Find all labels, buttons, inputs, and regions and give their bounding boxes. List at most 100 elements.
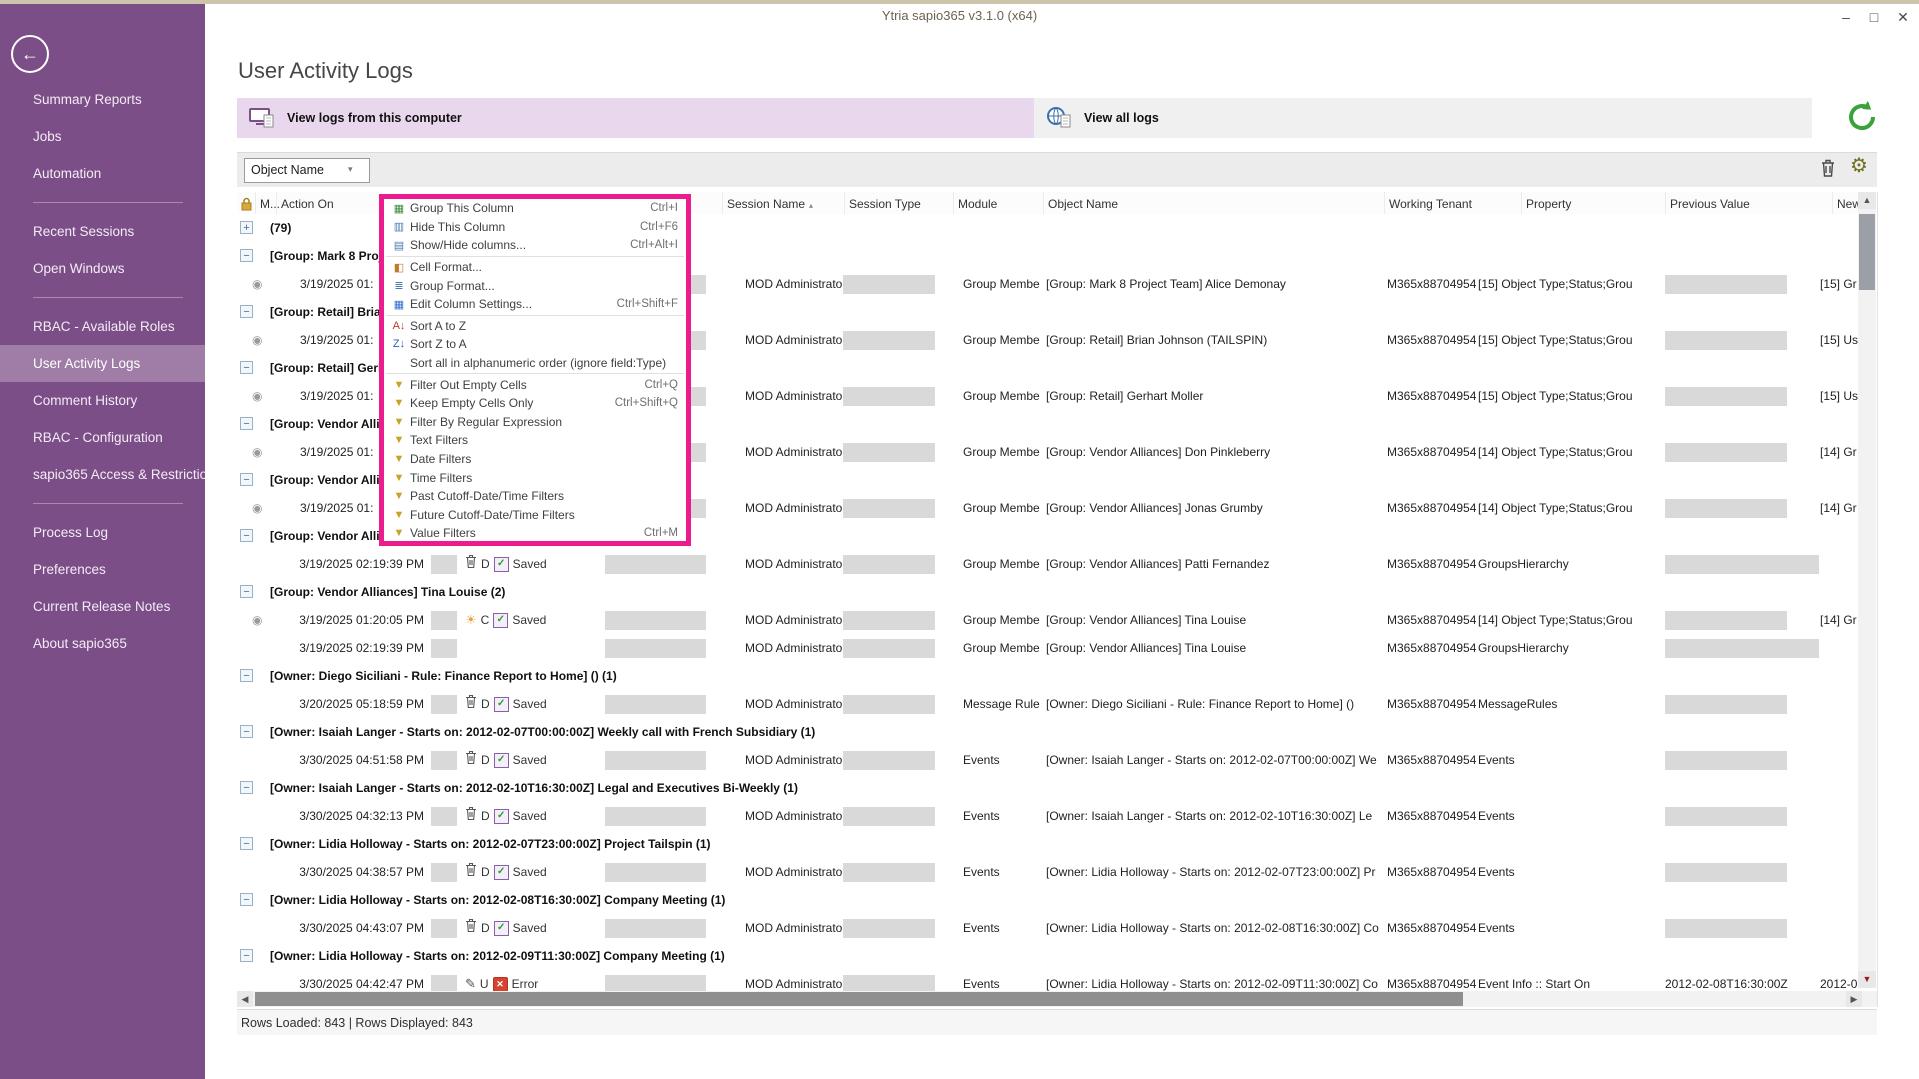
sidebar-item-open-windows[interactable]: Open Windows xyxy=(0,250,205,287)
menu-item-filter-by-regular-expression[interactable]: ▼Filter By Regular Expression xyxy=(384,413,686,432)
collapse-icon[interactable]: − xyxy=(240,725,253,738)
sidebar-item-rbac-configuration[interactable]: RBAC - Configuration xyxy=(0,419,205,456)
collapse-icon[interactable]: − xyxy=(240,361,253,374)
menu-item-past-cutoff-date-time-filters[interactable]: ▼Past Cutoff-Date/Time Filters xyxy=(384,487,686,506)
redacted-cell xyxy=(431,919,457,938)
maximize-button[interactable]: □ xyxy=(1861,7,1887,27)
working-tenant-cell: M365x88704954.onm xyxy=(1387,550,1476,578)
menu-item-future-cutoff-date-time-filters[interactable]: ▼Future Cutoff-Date/Time Filters xyxy=(384,506,686,525)
group-header-row[interactable]: −[Group: Vendor Alliances] Tina Louise (… xyxy=(237,578,1877,607)
collapse-icon[interactable]: − xyxy=(240,529,253,542)
collapse-icon[interactable]: − xyxy=(240,669,253,682)
action-status-cell: D✓Saved xyxy=(465,858,547,886)
menu-item-group-format[interactable]: ≣Group Format... xyxy=(384,276,686,295)
redacted-previous-value-cell xyxy=(1665,443,1787,462)
collapse-icon[interactable]: − xyxy=(240,837,253,850)
sidebar-item-recent-sessions[interactable]: Recent Sessions xyxy=(0,213,205,250)
table-row[interactable]: 3/30/2025 04:38:57 PMD✓SavedMOD Administ… xyxy=(237,858,1877,887)
menu-separator xyxy=(386,373,684,374)
column-header-object-name[interactable]: Object Name xyxy=(1043,192,1383,216)
collapse-icon[interactable]: − xyxy=(240,585,253,598)
object-name-cell: [Group: Vendor Alliances] Tina Louise xyxy=(1046,606,1383,634)
view-logs-this-computer-button[interactable]: View logs from this computer xyxy=(237,98,1034,138)
scroll-right-icon[interactable]: ▶ xyxy=(1846,991,1862,1007)
object-name-cell: [Group: Vendor Alliances] Jonas Grumby xyxy=(1046,494,1383,522)
collapse-icon[interactable]: − xyxy=(240,781,253,794)
group-header-row[interactable]: −[Owner: Diego Siciliani - Rule: Finance… xyxy=(237,662,1877,691)
collapse-icon[interactable]: − xyxy=(240,305,253,318)
column-header-session-type[interactable]: Session Type xyxy=(844,192,952,216)
back-arrow-icon[interactable]: ← xyxy=(11,35,49,73)
collapse-icon[interactable]: − xyxy=(240,249,253,262)
sidebar-item-preferences[interactable]: Preferences xyxy=(0,551,205,588)
sidebar-item-summary-reports[interactable]: Summary Reports xyxy=(0,81,205,118)
horizontal-scrollbar-thumb[interactable] xyxy=(255,992,1463,1006)
menu-item-text-filters[interactable]: ▼Text Filters xyxy=(384,431,686,450)
group-header-row[interactable]: −[Owner: Lidia Holloway - Starts on: 201… xyxy=(237,942,1877,971)
column-header-new-v[interactable]: New V xyxy=(1832,192,1860,216)
collapse-icon[interactable]: − xyxy=(240,893,253,906)
redacted-session-type-cell xyxy=(843,807,935,826)
column-header-property[interactable]: Property xyxy=(1521,192,1663,216)
menu-item-value-filters[interactable]: ▼Value FiltersCtrl+M xyxy=(384,524,686,543)
sidebar-item-about-sapio365[interactable]: About sapio365 xyxy=(0,625,205,662)
horizontal-scrollbar[interactable]: ◀ ▶ xyxy=(237,991,1877,1007)
group-header-row[interactable]: −[Owner: Lidia Holloway - Starts on: 201… xyxy=(237,830,1877,859)
table-row[interactable]: 3/30/2025 04:51:58 PMD✓SavedMOD Administ… xyxy=(237,746,1877,775)
group-header-row[interactable]: −[Owner: Isaiah Langer - Starts on: 2012… xyxy=(237,718,1877,747)
menu-item-time-filters[interactable]: ▼Time Filters xyxy=(384,468,686,487)
sidebar-item-automation[interactable]: Automation xyxy=(0,155,205,192)
table-row[interactable]: 3/19/2025 02:19:39 PMD✓SavedMOD Administ… xyxy=(237,550,1877,579)
collapse-icon[interactable]: − xyxy=(240,417,253,430)
column-header-label: Action On xyxy=(281,197,334,211)
record-radio-icon: ◉ xyxy=(252,494,262,522)
menu-item-date-filters[interactable]: ▼Date Filters xyxy=(384,450,686,469)
menu-item-filter-out-empty-cells[interactable]: ▼Filter Out Empty CellsCtrl+Q xyxy=(384,375,686,394)
sidebar-item-comment-history[interactable]: Comment History xyxy=(0,382,205,419)
expand-icon[interactable]: + xyxy=(240,221,253,234)
sidebar-item-sapio365-access-restrictions[interactable]: sapio365 Access & Restrictions xyxy=(0,456,205,493)
vertical-scrollbar[interactable]: ▲ ▼ xyxy=(1858,192,1876,988)
column-header-module[interactable]: Module xyxy=(953,192,1041,216)
menu-item-sort-z-to-a[interactable]: Z↓Sort Z to A xyxy=(384,335,686,354)
column-header-previous-value[interactable]: Previous Value xyxy=(1665,192,1797,216)
scroll-down-icon[interactable]: ▼ xyxy=(1858,971,1876,988)
redacted-previous-value-cell xyxy=(1665,499,1787,518)
table-row[interactable]: 3/30/2025 04:32:13 PMD✓SavedMOD Administ… xyxy=(237,802,1877,831)
settings-gear-icon[interactable]: ⚙ xyxy=(1850,153,1868,178)
sidebar-item-process-log[interactable]: Process Log xyxy=(0,514,205,551)
scroll-left-icon[interactable]: ◀ xyxy=(237,991,253,1007)
scroll-up-icon[interactable]: ▲ xyxy=(1858,192,1876,209)
action-letter: D xyxy=(481,921,490,935)
table-row[interactable]: 3/20/2025 05:18:59 PMD✓SavedMOD Administ… xyxy=(237,690,1877,719)
module-cell: Group Membe xyxy=(963,270,1044,298)
group-header-row[interactable]: −[Owner: Lidia Holloway - Starts on: 201… xyxy=(237,886,1877,915)
view-all-logs-button[interactable]: View all logs xyxy=(1034,98,1812,138)
group-header-row[interactable]: −[Owner: Isaiah Langer - Starts on: 2012… xyxy=(237,774,1877,803)
menu-item-hide-this-column[interactable]: ▥Hide This ColumnCtrl+F6 xyxy=(384,218,686,237)
close-button[interactable]: ✕ xyxy=(1890,7,1916,27)
action-on-cell: 3/19/2025 02:19:39 PM xyxy=(277,550,424,578)
refresh-icon[interactable] xyxy=(1844,99,1880,135)
menu-item-cell-format[interactable]: ◧Cell Format... xyxy=(384,258,686,277)
table-row[interactable]: ◉3/19/2025 01:20:05 PM☀C✓SavedMOD Admini… xyxy=(237,606,1877,635)
collapse-icon[interactable]: − xyxy=(240,473,253,486)
menu-item-edit-column-settings[interactable]: ▦Edit Column Settings...Ctrl+Shift+F xyxy=(384,295,686,314)
collapse-icon[interactable]: − xyxy=(240,949,253,962)
sidebar-item-user-activity-logs[interactable]: User Activity Logs xyxy=(0,345,205,382)
menu-item-sort-a-to-z[interactable]: A↓Sort A to Z xyxy=(384,317,686,336)
menu-item-group-this-column[interactable]: ▦Group This ColumnCtrl+I xyxy=(384,199,686,218)
sidebar-item-current-release-notes[interactable]: Current Release Notes xyxy=(0,588,205,625)
column-header-session-name[interactable]: Session Name▴ xyxy=(722,192,842,216)
menu-item-show-hide-columns[interactable]: ▤Show/Hide columns...Ctrl+Alt+I xyxy=(384,236,686,255)
menu-item-sort-all-in-alphanumeric-order-ignore-field-type[interactable]: Sort all in alphanumeric order (ignore f… xyxy=(384,354,686,373)
sidebar-item-rbac-available-roles[interactable]: RBAC - Available Roles xyxy=(0,308,205,345)
menu-item-keep-empty-cells-only[interactable]: ▼Keep Empty Cells OnlyCtrl+Shift+Q xyxy=(384,394,686,413)
column-header-working-tenant[interactable]: Working Tenant xyxy=(1384,192,1520,216)
sidebar-item-jobs[interactable]: Jobs xyxy=(0,118,205,155)
table-row[interactable]: 3/19/2025 02:19:39 PMMOD AdministratorGr… xyxy=(237,634,1877,663)
table-row[interactable]: 3/30/2025 04:43:07 PMD✓SavedMOD Administ… xyxy=(237,914,1877,943)
minimize-button[interactable]: – xyxy=(1833,7,1859,27)
delete-logs-icon[interactable] xyxy=(1820,158,1836,183)
vertical-scrollbar-thumb[interactable] xyxy=(1859,214,1875,290)
